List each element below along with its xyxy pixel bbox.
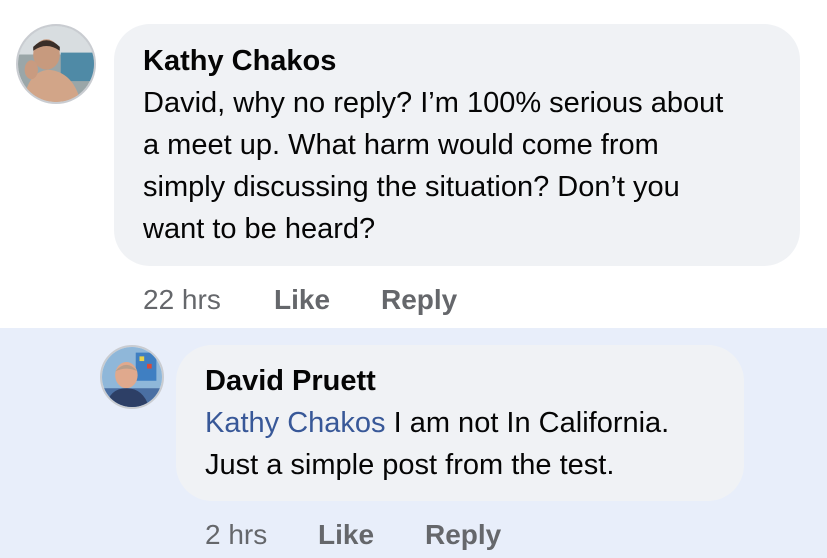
comment-text-line: David, why no reply? I’m 100% serious ab… <box>143 87 724 119</box>
like-button[interactable]: Like <box>274 283 330 317</box>
reply-text-line: Just a simple post from the test. <box>205 449 615 481</box>
reply-author[interactable]: David Pruett <box>205 363 376 399</box>
avatar-photo-david <box>102 347 162 407</box>
reply-text-fragment: I am not In California. <box>385 407 670 439</box>
comment-thread: Kathy Chakos David, why no reply? I’m 10… <box>0 0 827 558</box>
comment-text-line: a meet up. What harm would come from <box>143 129 659 161</box>
like-button[interactable]: Like <box>318 518 374 552</box>
mention-link[interactable]: Kathy Chakos <box>205 407 386 439</box>
comment-timestamp[interactable]: 22 hrs <box>143 283 221 317</box>
comment-kathy: Kathy Chakos David, why no reply? I’m 10… <box>0 0 827 328</box>
avatar-photo-kathy <box>18 26 94 102</box>
comment-author[interactable]: Kathy Chakos <box>143 43 336 79</box>
comment-david: David Pruett Kathy Chakos I am not In Ca… <box>0 328 827 558</box>
reply-text-line: Kathy Chakos I am not In California. <box>205 402 669 444</box>
comment-text-line: want to be heard? <box>143 213 376 245</box>
comment-text-line: simply discussing the situation? Don’t y… <box>143 171 680 203</box>
reply-button[interactable]: Reply <box>425 518 501 552</box>
reply-timestamp[interactable]: 2 hrs <box>205 518 267 552</box>
avatar-kathy[interactable] <box>16 24 96 104</box>
reply-button[interactable]: Reply <box>381 283 457 317</box>
avatar-david[interactable] <box>100 345 164 409</box>
